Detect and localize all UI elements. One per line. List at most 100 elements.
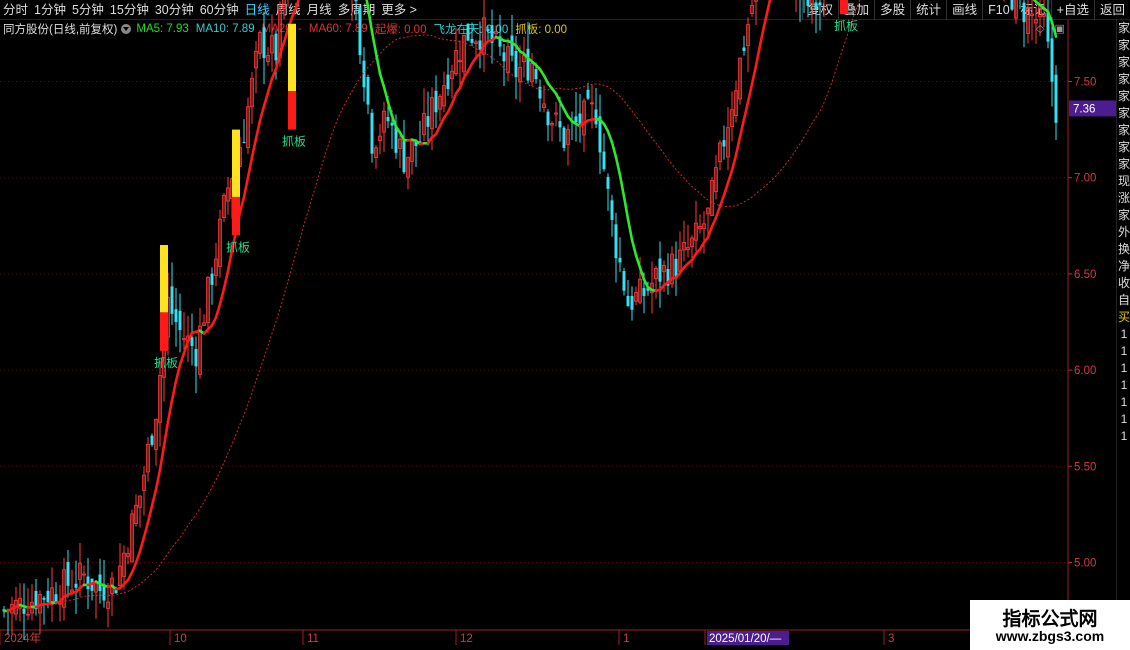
candle-body: [74, 583, 78, 588]
signal-label: 抓板: [154, 356, 178, 370]
ma5-segment: [366, 5, 374, 34]
candle-body: [602, 151, 606, 170]
candle-body: [618, 257, 622, 263]
candle-body: [814, 2, 818, 10]
ma5-segment: [742, 100, 750, 121]
ma5-segment: [722, 181, 730, 197]
panel-label-8: 家: [1117, 157, 1130, 171]
ma5-segment: [438, 116, 446, 128]
panel-label-19: 1: [1120, 344, 1128, 358]
panel-label-9: 现: [1117, 174, 1130, 188]
candle-body: [606, 176, 610, 189]
kline-chart[interactable]: 10.009.509.008.508.007.507.006.506.005.5…: [0, 0, 1130, 650]
candle-body: [514, 50, 518, 78]
panel-label-24: 1: [1120, 429, 1128, 443]
ma5-segment: [214, 302, 222, 319]
candle-body: [370, 112, 374, 154]
ma5-segment: [178, 351, 186, 367]
panel-label-17: 买: [1117, 310, 1130, 324]
candle-body: [610, 200, 614, 220]
signal-bar-red: [232, 196, 240, 236]
candle-body: [806, 0, 810, 6]
ma5-segment: [238, 195, 246, 214]
panel-label-3: 家: [1117, 72, 1130, 86]
ma5-segment: [262, 91, 270, 108]
ma5-segment: [450, 92, 458, 106]
ma5-segment: [218, 287, 226, 306]
ma5-segment: [718, 193, 726, 208]
watermark-logo: 指标公式网 www.zbgs3.com: [970, 600, 1130, 650]
ma5-segment: [726, 169, 734, 185]
ma5-segment: [710, 216, 718, 228]
ma5-segment: [754, 44, 762, 68]
ma5-segment: [130, 561, 138, 574]
ma5-segment: [766, 0, 772, 11]
candle-body: [586, 89, 590, 99]
ma5-segment: [134, 549, 142, 565]
candle-body: [86, 576, 90, 590]
panel-label-23: 1: [1120, 412, 1128, 426]
x-tick-label: 10: [174, 633, 187, 645]
ma5-segment: [1050, 21, 1058, 38]
candle-body: [390, 122, 394, 126]
candle-body: [194, 348, 198, 367]
signal-bar-yellow: [232, 129, 240, 197]
signal-bar-red: [840, 0, 848, 15]
ma5-segment: [758, 25, 766, 47]
panel-label-21: 1: [1120, 378, 1128, 392]
ma5-segment: [166, 399, 174, 423]
panel-label-12: 外: [1117, 225, 1130, 239]
ma5-segment: [630, 238, 638, 257]
candle-body: [742, 47, 746, 51]
candle-body: [594, 109, 598, 125]
candle-body: [262, 27, 266, 59]
ma5-segment: [606, 130, 614, 144]
candle-body: [642, 288, 646, 296]
y-tick-label: 5.50: [1074, 461, 1096, 473]
panel-label-13: 换: [1117, 242, 1130, 256]
ma5-segment: [254, 119, 262, 140]
ma5-segment: [626, 217, 634, 242]
signal-bar-red: [160, 312, 168, 351]
current-price-label: 7.36: [1073, 103, 1095, 115]
candle-body: [674, 258, 678, 277]
x-tick-label: 12: [460, 633, 473, 645]
watermark-title: 指标公式网: [1002, 608, 1098, 630]
candle-body: [546, 111, 550, 126]
candle-body: [242, 142, 246, 144]
ma5-segment: [246, 156, 254, 179]
candle-body: [366, 76, 370, 105]
ma5-segment: [162, 420, 170, 448]
ma5-segment: [750, 64, 758, 86]
candle-body: [22, 608, 26, 614]
candle-body: [42, 598, 46, 600]
signal-label: 抓板: [226, 240, 250, 254]
signal-bar-red: [288, 91, 296, 130]
candle-body: [1022, 2, 1026, 23]
ma5-segment: [170, 379, 178, 402]
panel-label-22: 1: [1120, 395, 1128, 409]
signal-bar-yellow: [288, 23, 296, 92]
ma5-segment: [642, 278, 650, 289]
panel-label-1: 家: [1117, 38, 1130, 52]
candle-body: [470, 39, 474, 43]
ma5-segment: [370, 30, 378, 55]
candle-body: [574, 116, 578, 123]
ma5-segment: [762, 7, 770, 28]
right-info-panel: 家家家家家家家家家现涨家外换净收自买1111111: [1116, 20, 1130, 630]
x-tick-label: 2024年: [4, 631, 41, 645]
candle-body: [178, 310, 182, 331]
panel-label-11: 家: [1117, 208, 1130, 222]
ma5-segment: [706, 225, 714, 239]
candle-body: [478, 40, 482, 50]
ma5-segment: [542, 74, 550, 85]
panel-label-16: 自: [1117, 293, 1130, 307]
ma5-segment: [258, 104, 266, 122]
candle-body: [526, 48, 530, 81]
candle-body: [622, 271, 626, 291]
ma5-segment: [158, 444, 166, 472]
candle-body: [722, 140, 726, 147]
panel-label-2: 家: [1117, 55, 1130, 69]
x-tick-label: 11: [307, 633, 319, 645]
candle-body: [46, 590, 50, 603]
